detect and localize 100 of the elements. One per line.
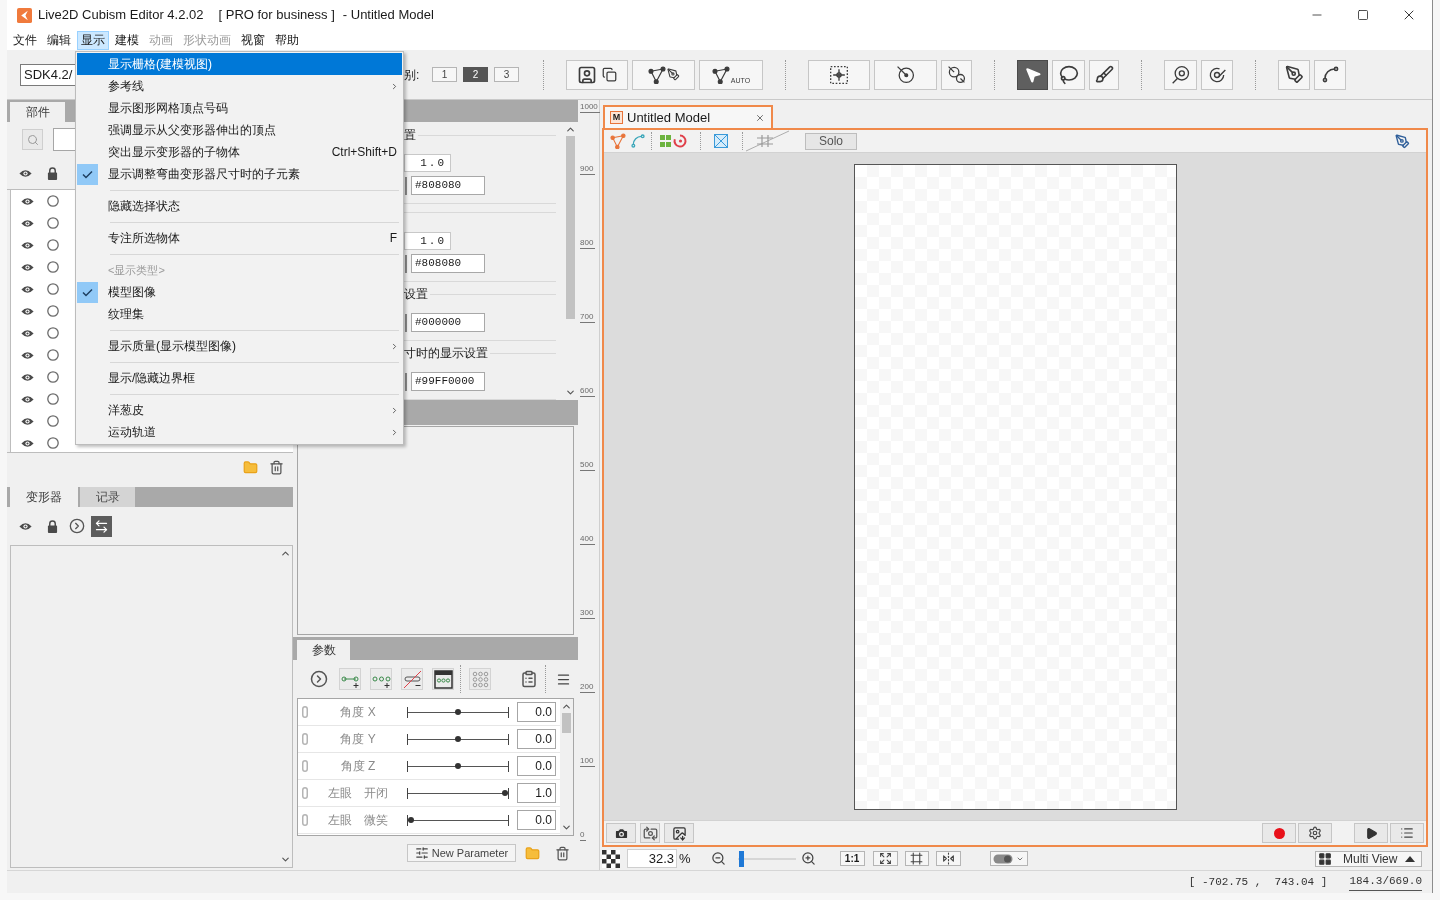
number-field[interactable]: 1.0 bbox=[404, 232, 451, 250]
level-button[interactable]: 2 bbox=[463, 67, 488, 82]
menu-item[interactable]: 编辑 bbox=[43, 30, 75, 50]
slider-thumb[interactable] bbox=[455, 762, 461, 769]
menu-item[interactable]: 建模 bbox=[111, 30, 143, 50]
ruler-label: 500 bbox=[580, 460, 596, 471]
record-button[interactable] bbox=[1262, 823, 1296, 843]
color-value-field[interactable]: #808080 bbox=[411, 254, 485, 273]
close-tab-button[interactable] bbox=[755, 112, 765, 123]
menu-item[interactable]: 视窗 bbox=[237, 30, 269, 50]
overlay-toggle-button[interactable] bbox=[989, 851, 1028, 866]
camera-button[interactable] bbox=[606, 823, 636, 843]
color-value-field[interactable]: #99FF0000 bbox=[411, 372, 485, 391]
search-field[interactable] bbox=[53, 128, 77, 151]
grid-off-icon bbox=[745, 130, 790, 152]
panel-tab[interactable]: 参数 bbox=[297, 640, 350, 660]
level-button[interactable]: 1 bbox=[432, 67, 457, 82]
menu-item[interactable]: 显示/隐藏边界框 bbox=[77, 367, 402, 389]
menu-item[interactable]: 参考线 bbox=[77, 75, 402, 97]
camera-icon bbox=[613, 825, 629, 841]
slider-track[interactable] bbox=[407, 787, 509, 799]
lock-icon bbox=[47, 519, 58, 533]
menu-icon bbox=[556, 671, 571, 687]
menu-item[interactable]: 显示 bbox=[77, 30, 109, 50]
zoom-slider-thumb[interactable] bbox=[739, 850, 745, 867]
parameter-tool-button[interactable] bbox=[432, 668, 454, 690]
chevron-circle-icon bbox=[310, 670, 328, 688]
number-field[interactable]: 1.0 bbox=[404, 154, 451, 172]
menu-item[interactable]: 运动轨道 bbox=[77, 421, 402, 443]
parameter-name: 角度 X bbox=[339, 704, 377, 721]
flip-button[interactable] bbox=[935, 851, 961, 866]
parameter-value-field[interactable]: 0.0 bbox=[517, 702, 556, 722]
actual-size-button[interactable]: 1:1 bbox=[839, 851, 865, 866]
maximize-icon bbox=[1357, 9, 1369, 21]
menu-item[interactable]: 帮助 bbox=[271, 30, 303, 50]
slider-track[interactable] bbox=[407, 814, 509, 826]
link-icon bbox=[302, 814, 308, 826]
settings-button[interactable] bbox=[1298, 823, 1332, 843]
level-button[interactable]: 3 bbox=[494, 67, 519, 82]
menu-item[interactable]: 专注所选物体 F bbox=[77, 227, 402, 249]
menu-item[interactable]: 强调显示从父变形器伸出的顶点 bbox=[77, 119, 402, 141]
scrollbar-thumb[interactable] bbox=[566, 136, 575, 319]
tool-button[interactable] bbox=[1017, 59, 1048, 90]
color-value-field[interactable]: #808080 bbox=[411, 176, 485, 195]
slider-track[interactable] bbox=[407, 760, 509, 772]
parameter-name: 左眼 微笑 bbox=[327, 812, 389, 829]
menu-item[interactable]: 隐藏选择状态 bbox=[77, 195, 402, 217]
checkmark-icon bbox=[77, 163, 98, 185]
panel-tab[interactable]: 变形器 bbox=[10, 487, 78, 507]
swap-button[interactable] bbox=[91, 515, 112, 537]
slider-track[interactable] bbox=[407, 733, 509, 745]
image-download-icon bbox=[671, 825, 687, 841]
linked-circles-icon bbox=[947, 65, 966, 84]
menu-item[interactable]: 洋葱皮 bbox=[77, 399, 402, 421]
menu-item[interactable]: 显示质量(显示模型图像) bbox=[77, 335, 402, 357]
parameter-value-field[interactable]: 0.0 bbox=[517, 810, 556, 830]
camera-button[interactable] bbox=[640, 823, 660, 843]
sdk-version-combo[interactable]: SDK4.2/ bbox=[20, 63, 77, 86]
parameter-value-field[interactable]: 0.0 bbox=[517, 729, 556, 749]
slider-thumb[interactable] bbox=[408, 816, 414, 823]
slider-track[interactable] bbox=[407, 706, 509, 718]
link-icon bbox=[302, 760, 308, 772]
multi-view-button[interactable]: Multi View bbox=[1315, 850, 1422, 867]
layout-grid-icon bbox=[1318, 851, 1332, 866]
menu-item[interactable]: 纹理集 bbox=[77, 303, 402, 325]
document-tab[interactable]: M Untitled Model bbox=[603, 105, 773, 128]
menu-item[interactable]: 模型图像 bbox=[77, 281, 402, 303]
menu-item[interactable]: 显示图形网格顶点号码 bbox=[77, 97, 402, 119]
scrollbar-thumb[interactable] bbox=[562, 713, 571, 733]
new-parameter-button[interactable]: New Parameter bbox=[407, 844, 516, 862]
person-icon bbox=[577, 64, 597, 85]
camera-button[interactable] bbox=[664, 823, 694, 843]
solo-button[interactable]: Solo bbox=[805, 132, 857, 150]
chevron-circle-icon bbox=[69, 518, 85, 534]
lock-icon bbox=[47, 166, 58, 180]
stacked-squares-icon bbox=[602, 67, 617, 82]
frame-button[interactable] bbox=[904, 851, 929, 866]
scrollbar[interactable] bbox=[560, 699, 573, 835]
zoom-slider-track[interactable] bbox=[737, 850, 796, 867]
panel-tab[interactable]: 记录 bbox=[80, 487, 135, 507]
folder-icon bbox=[243, 460, 258, 475]
slider-thumb[interactable] bbox=[502, 789, 508, 796]
edition-label: [ PRO for business ] bbox=[218, 6, 335, 25]
color-value-field[interactable]: #000000 bbox=[411, 313, 485, 332]
fit-button[interactable] bbox=[872, 851, 898, 866]
play-button[interactable] bbox=[1354, 823, 1388, 843]
menu-item[interactable]: 文件 bbox=[9, 30, 41, 50]
menu-item[interactable]: 显示栅格(建模视图) bbox=[77, 53, 402, 75]
parameter-value-field[interactable]: 0.0 bbox=[517, 756, 556, 776]
eye-icon bbox=[19, 521, 32, 531]
zoom-field[interactable]: 32.3 bbox=[627, 849, 677, 868]
frame-icon bbox=[910, 852, 924, 865]
menu-item[interactable]: 显示调整弯曲变形器尺寸时的子元素 bbox=[77, 163, 402, 185]
slider-thumb[interactable] bbox=[455, 735, 461, 742]
parameter-value-field[interactable]: 1.0 bbox=[517, 783, 556, 803]
slider-thumb[interactable] bbox=[455, 708, 461, 715]
menu-item[interactable]: 突出显示变形器的子物体 Ctrl+Shift+D bbox=[77, 141, 402, 163]
settings-icon bbox=[1308, 826, 1322, 840]
panel-tab[interactable]: 部件 bbox=[10, 102, 65, 122]
dashed-grid-icon bbox=[829, 64, 849, 85]
